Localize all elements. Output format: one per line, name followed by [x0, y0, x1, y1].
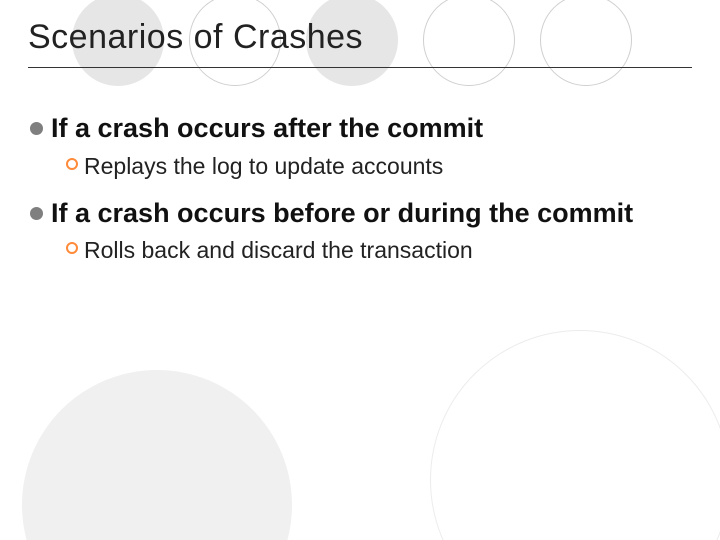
bullet-text: If a crash occurs before or during the c…: [51, 197, 692, 231]
bullet-ring-icon: [66, 158, 78, 170]
bullet-level1: If a crash occurs after the commit: [30, 112, 692, 146]
decor-circle-large-outline: [430, 330, 720, 540]
bullet-level2: Rolls back and discard the transaction: [66, 236, 692, 265]
slide-title: Scenarios of Crashes: [28, 18, 692, 68]
bullet-ring-icon: [66, 242, 78, 254]
bullet-text: If a crash occurs after the commit: [51, 112, 692, 146]
bullet-dot-icon: [30, 122, 43, 135]
bullet-subtext: Rolls back and discard the transaction: [84, 236, 692, 265]
bullet-level2: Replays the log to update accounts: [66, 152, 692, 181]
decor-circle-large-fill: [22, 370, 292, 540]
bullet-level1: If a crash occurs before or during the c…: [30, 197, 692, 231]
bullet-dot-icon: [30, 207, 43, 220]
slide-content: Scenarios of Crashes If a crash occurs a…: [0, 0, 720, 265]
bullet-subtext: Replays the log to update accounts: [84, 152, 692, 181]
